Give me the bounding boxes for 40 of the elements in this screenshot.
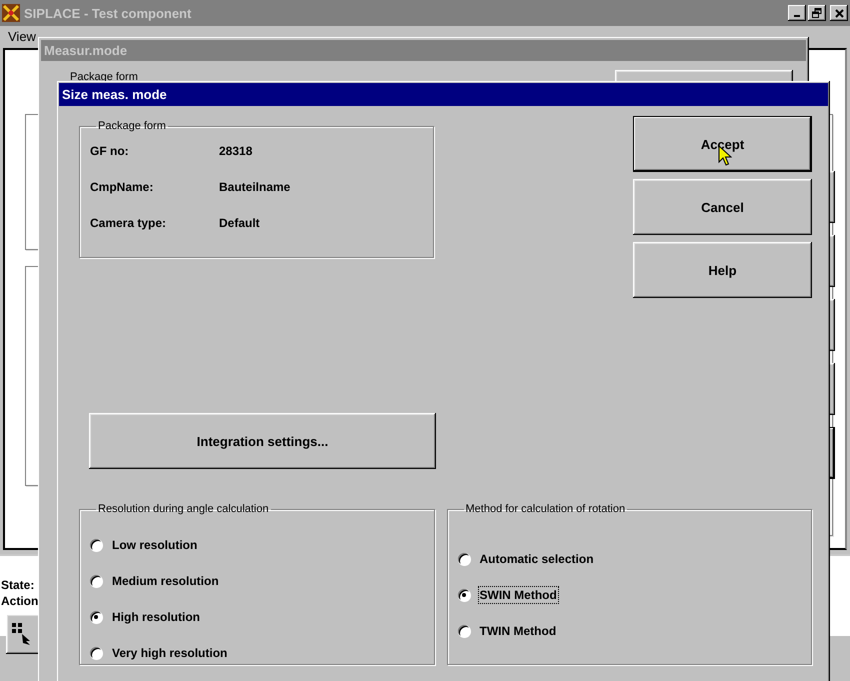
- radio-button[interactable]: [90, 538, 103, 552]
- radio-button[interactable]: [90, 610, 103, 624]
- group-title: Resolution during angle calculation: [97, 503, 270, 515]
- radio-label[interactable]: Low resolution: [110, 536, 200, 554]
- group-title: Method for calculation of rotation: [464, 503, 626, 515]
- minimize-button[interactable]: [788, 5, 806, 21]
- radio-button[interactable]: [90, 646, 103, 660]
- radio-button[interactable]: [458, 588, 470, 602]
- integration-settings-button[interactable]: Integration settings...: [89, 413, 436, 469]
- window-title: SIPLACE - Test component: [24, 6, 192, 20]
- dialog-button[interactable]: Accept: [633, 116, 812, 172]
- status-label: State:: [1, 578, 34, 592]
- radio-label[interactable]: TWIN Method: [478, 622, 558, 640]
- radio-label[interactable]: Medium resolution: [110, 572, 221, 590]
- radio-button[interactable]: [458, 552, 470, 566]
- restore-icon: [812, 8, 822, 18]
- restore-button[interactable]: [808, 5, 826, 21]
- group-title: Package form: [97, 120, 167, 132]
- dialog-button[interactable]: Help: [633, 242, 812, 298]
- field-value: 28318: [219, 144, 252, 160]
- radio-label[interactable]: Automatic selection: [478, 550, 596, 568]
- group-label: Package form: [70, 71, 138, 83]
- dialog-title: Size meas. mode: [62, 87, 167, 102]
- radio-label[interactable]: SWIN Method: [478, 586, 559, 604]
- radio-button[interactable]: [90, 574, 103, 588]
- field-value: Default: [219, 216, 260, 232]
- field-value: Bauteilname: [219, 180, 290, 196]
- dialog-title: Measur.mode: [44, 43, 128, 58]
- field-label: CmpName:: [90, 180, 154, 196]
- menu-item[interactable]: View: [6, 28, 38, 44]
- radio-label[interactable]: Very high resolution: [110, 644, 230, 662]
- status-label: Action: [1, 594, 38, 608]
- field-label: Camera type:: [90, 216, 168, 232]
- radio-label[interactable]: High resolution: [110, 608, 202, 626]
- app-icon: [2, 4, 20, 22]
- radio-button[interactable]: [458, 624, 470, 638]
- dialog-button[interactable]: Cancel: [633, 179, 812, 235]
- close-icon: [834, 8, 844, 18]
- close-button[interactable]: [830, 5, 848, 21]
- field-label: GF no:: [90, 144, 130, 160]
